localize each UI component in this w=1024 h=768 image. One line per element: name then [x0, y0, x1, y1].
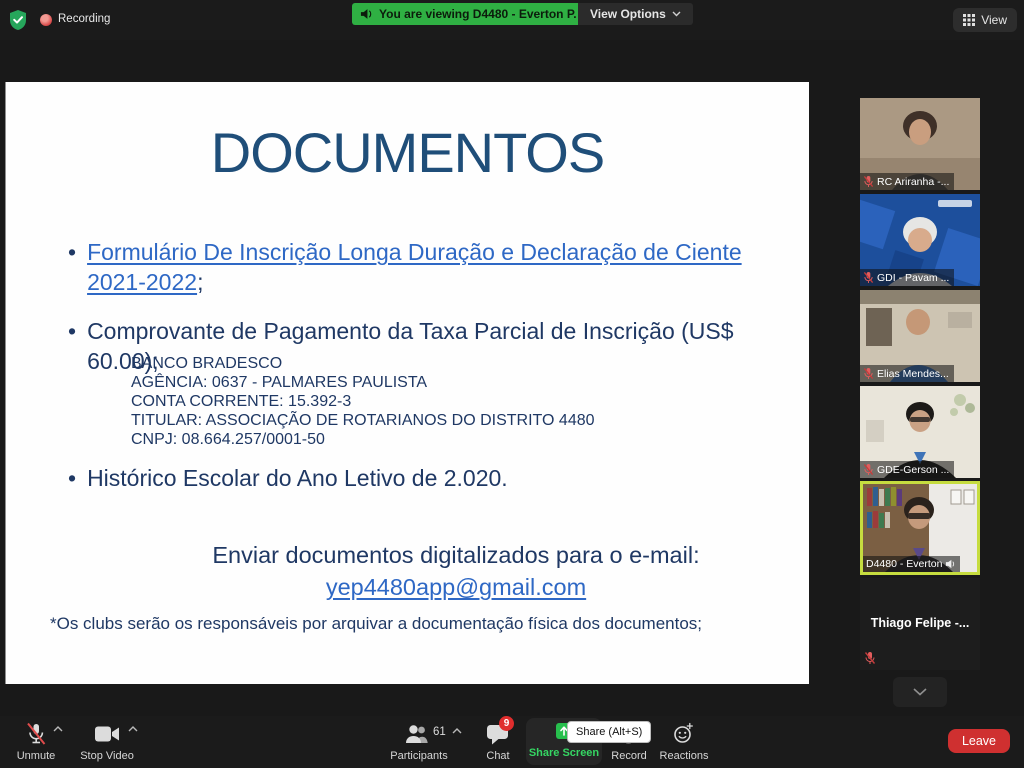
participants-count: 61 [433, 726, 446, 738]
mic-muted-icon [863, 175, 874, 188]
view-options-button[interactable]: View Options [578, 3, 693, 25]
participant-name-chip: GDE-Gerson ... [860, 461, 954, 478]
bank-line: BANCO BRADESCO [131, 354, 595, 373]
mic-muted-icon [24, 721, 48, 747]
chevron-up-icon[interactable] [53, 726, 63, 732]
toolbar: Unmute Stop Video 61 P [0, 716, 1024, 768]
participant-name-chip: D4480 - Everton [863, 556, 960, 572]
bank-line: AGÊNCIA: 0637 - PALMARES PAULISTA [131, 373, 595, 392]
reactions-icon [673, 722, 694, 744]
participant-tile-active-speaker[interactable]: D4480 - Everton [860, 481, 980, 575]
email-link-row: yep4480app@gmail.com [106, 574, 806, 601]
participant-name: GDE-Gerson ... [877, 464, 949, 476]
participant-name-chip: Elias Mendes... [860, 365, 954, 382]
bullet-marker: • [68, 237, 76, 297]
mic-muted-icon [863, 463, 874, 476]
audio-on-icon [945, 559, 955, 569]
encryption-shield-icon [8, 9, 28, 31]
chevron-up-icon[interactable] [452, 728, 462, 734]
share-screen-label: Share Screen [526, 747, 602, 759]
bullet-item: • Formulário De Inscrição Longa Duração … [68, 237, 784, 297]
leave-button[interactable]: Leave [948, 729, 1010, 753]
mic-muted-icon [864, 651, 876, 665]
recording-label: Recording [58, 13, 110, 25]
mic-muted-icon [863, 271, 874, 284]
participant-tile[interactable]: GDE-Gerson ... [860, 386, 980, 478]
bank-line: TITULAR: ASSOCIAÇÃO DE ROTARIANOS DO DIS… [131, 411, 595, 430]
more-participants-button[interactable] [893, 677, 947, 707]
reactions-label: Reactions [648, 750, 720, 762]
participant-name-chip: RC Ariranha -... [860, 173, 954, 190]
chat-label: Chat [468, 750, 528, 762]
participant-name: RC Ariranha -... [877, 176, 949, 188]
participants-label: Participants [376, 750, 462, 762]
camera-icon [94, 724, 120, 744]
participant-tile[interactable]: RC Ariranha -... [860, 98, 980, 190]
shared-screen-slide: DOCUMENTOS • Formulário De Inscrição Lon… [5, 82, 809, 684]
bullet-marker: • [68, 463, 76, 493]
view-options-label: View Options [590, 7, 666, 21]
participant-name: Elias Mendes... [877, 368, 949, 380]
view-button[interactable]: View [953, 8, 1017, 32]
chevron-down-icon [913, 688, 927, 696]
bullet-marker: • [68, 316, 76, 376]
participants-icon [404, 723, 431, 746]
participant-name: Thiago Felipe -... [860, 616, 980, 630]
chevron-up-icon[interactable] [128, 726, 138, 732]
participant-name: D4480 - Everton [866, 558, 942, 570]
bullet-suffix: ; [197, 269, 203, 295]
zoom-meeting-window: Recording You are viewing D4480 - Everto… [0, 0, 1024, 768]
bank-line: CONTA CORRENTE: 15.392-3 [131, 392, 595, 411]
participant-tile[interactable]: Elias Mendes... [860, 290, 980, 382]
participant-tile[interactable]: Thiago Felipe -... [860, 578, 980, 670]
slide-footnote: *Os clubs serão os responsáveis por arqu… [50, 614, 702, 634]
slide-title: DOCUMENTOS [6, 120, 809, 185]
share-tooltip: Share (Alt+S) [567, 721, 651, 743]
unmute-label: Unmute [5, 750, 67, 762]
email-heading: Enviar documentos digitalizados para o e… [106, 542, 806, 569]
mic-muted-icon [863, 367, 874, 380]
bullet-text: Histórico Escolar do Ano Letivo de 2.020… [87, 463, 508, 493]
top-bar: Recording You are viewing D4480 - Everto… [0, 0, 1024, 40]
bank-line: CNPJ: 08.664.257/0001-50 [131, 430, 595, 449]
chat-badge: 9 [499, 716, 514, 731]
speaker-icon [360, 8, 373, 20]
stop-video-label: Stop Video [70, 750, 144, 762]
participant-tile[interactable]: GDI - Pavam ... [860, 194, 980, 286]
recording-dot-icon [40, 14, 52, 26]
form-link: Formulário De Inscrição Longa Duração e … [87, 239, 742, 295]
caret-down-icon [672, 11, 681, 17]
view-button-label: View [981, 13, 1007, 27]
bank-details: BANCO BRADESCO AGÊNCIA: 0637 - PALMARES … [131, 354, 595, 449]
bullet-item: • Histórico Escolar do Ano Letivo de 2.0… [68, 463, 788, 493]
participant-name-chip: GDI - Pavam ... [860, 269, 954, 286]
email-link: yep4480app@gmail.com [326, 574, 586, 600]
grid-icon [963, 14, 975, 26]
participant-name: GDI - Pavam ... [877, 272, 949, 284]
